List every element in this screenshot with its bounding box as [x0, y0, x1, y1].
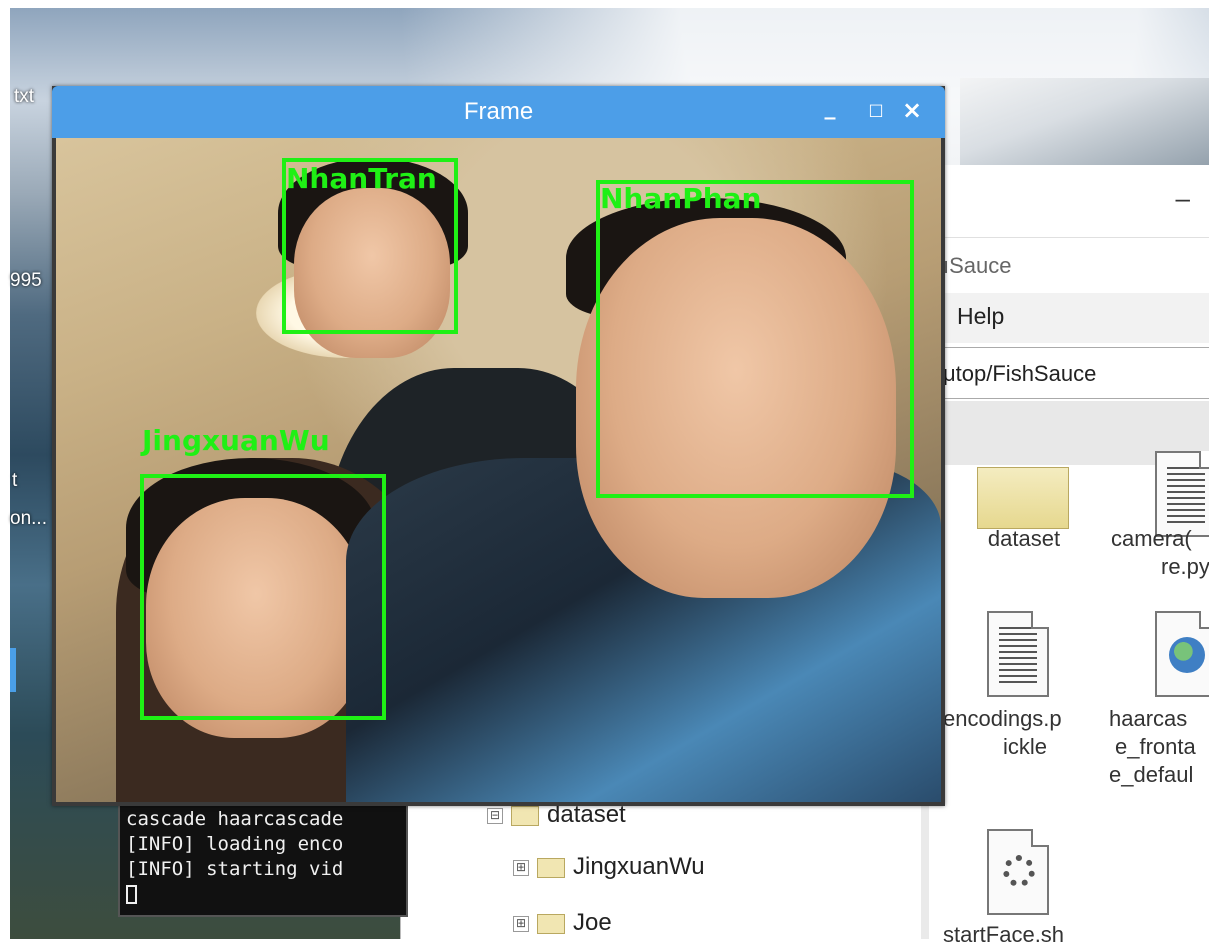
folder-icon: [511, 805, 539, 826]
face-detection-box: [596, 180, 914, 498]
tree-item-label: Joe: [573, 909, 612, 936]
globe-icon: [1169, 637, 1205, 673]
desktop-icon-label[interactable]: on...: [10, 508, 47, 530]
face-detection-label: NhanPhan: [600, 182, 762, 215]
folder-icon: [537, 913, 565, 934]
directory-tree: ⊟ dataset ⊞ JingxuanWu ⊞ Joe: [401, 785, 921, 939]
wallpaper-snow-mountain: [960, 78, 1209, 178]
tree-item-joe[interactable]: ⊞ Joe: [513, 909, 612, 937]
collapse-icon[interactable]: ⊟: [487, 807, 503, 824]
close-button[interactable]: ×: [898, 96, 926, 124]
face-detection-label: JingxuanWu: [142, 424, 330, 457]
globe-file-icon[interactable]: [1155, 611, 1209, 697]
minimize-button[interactable]: –: [1176, 183, 1190, 214]
file-label-haarcascade-line3[interactable]: e_defaul: [1109, 761, 1193, 789]
file-label-startface[interactable]: startFace.sh: [943, 921, 1064, 949]
file-label-encodings[interactable]: encodings.p: [943, 705, 1062, 733]
file-label-encodings-line2[interactable]: ickle: [1003, 733, 1047, 761]
file-label-camera[interactable]: camera(: [1111, 525, 1192, 553]
address-path[interactable]: μtop/FishSauce: [943, 361, 1096, 387]
tree-item-jingxuanwu[interactable]: ⊞ JingxuanWu: [513, 853, 705, 881]
terminal-line: cascade haarcascade: [126, 808, 344, 830]
desktop-selection-marker: [10, 648, 16, 692]
menu-help[interactable]: Help: [957, 303, 1004, 330]
terminal-window[interactable]: cascade haarcascade [INFO] loading enco …: [118, 795, 408, 917]
icon-view: dataset camera( re.py encodings.p ickle …: [929, 451, 1209, 947]
terminal-line: [INFO] starting vid: [126, 858, 344, 880]
folder-icon[interactable]: [977, 467, 1069, 529]
file-label-haarcascade[interactable]: haarcas: [1109, 705, 1187, 733]
file-manager-title: ıSauce: [943, 253, 1012, 278]
face-detection-box: [140, 474, 386, 720]
file-label-dataset[interactable]: dataset: [949, 525, 1099, 553]
expand-icon[interactable]: ⊞: [513, 915, 529, 932]
desktop-icon-label[interactable]: 995: [10, 270, 42, 292]
desktop-icon-label[interactable]: t: [12, 470, 17, 492]
file-label-camera-line2[interactable]: re.py: [1161, 553, 1209, 581]
face-detection-label: NhanTran: [286, 162, 437, 195]
folder-icon: [537, 857, 565, 878]
tree-item-label: JingxuanWu: [573, 853, 705, 880]
window-title: Frame: [463, 98, 534, 125]
text-file-icon[interactable]: [987, 611, 1049, 697]
expand-icon[interactable]: ⊞: [513, 859, 529, 876]
gear-icon: [1003, 855, 1035, 887]
terminal-line: [INFO] loading enco: [126, 833, 344, 855]
file-label-haarcascade-line2[interactable]: e_fronta: [1115, 733, 1196, 761]
frame-window: Frame _ □ × NhanTran NhanPhan JingxuanWu: [52, 86, 945, 806]
desktop-icon-label[interactable]: txt: [14, 86, 34, 108]
gear-file-icon[interactable]: [987, 829, 1049, 915]
maximize-button[interactable]: □: [862, 96, 890, 124]
terminal-cursor: [126, 885, 137, 904]
minimize-button[interactable]: _: [816, 94, 844, 122]
camera-video-feed: NhanTran NhanPhan JingxuanWu: [56, 138, 941, 802]
